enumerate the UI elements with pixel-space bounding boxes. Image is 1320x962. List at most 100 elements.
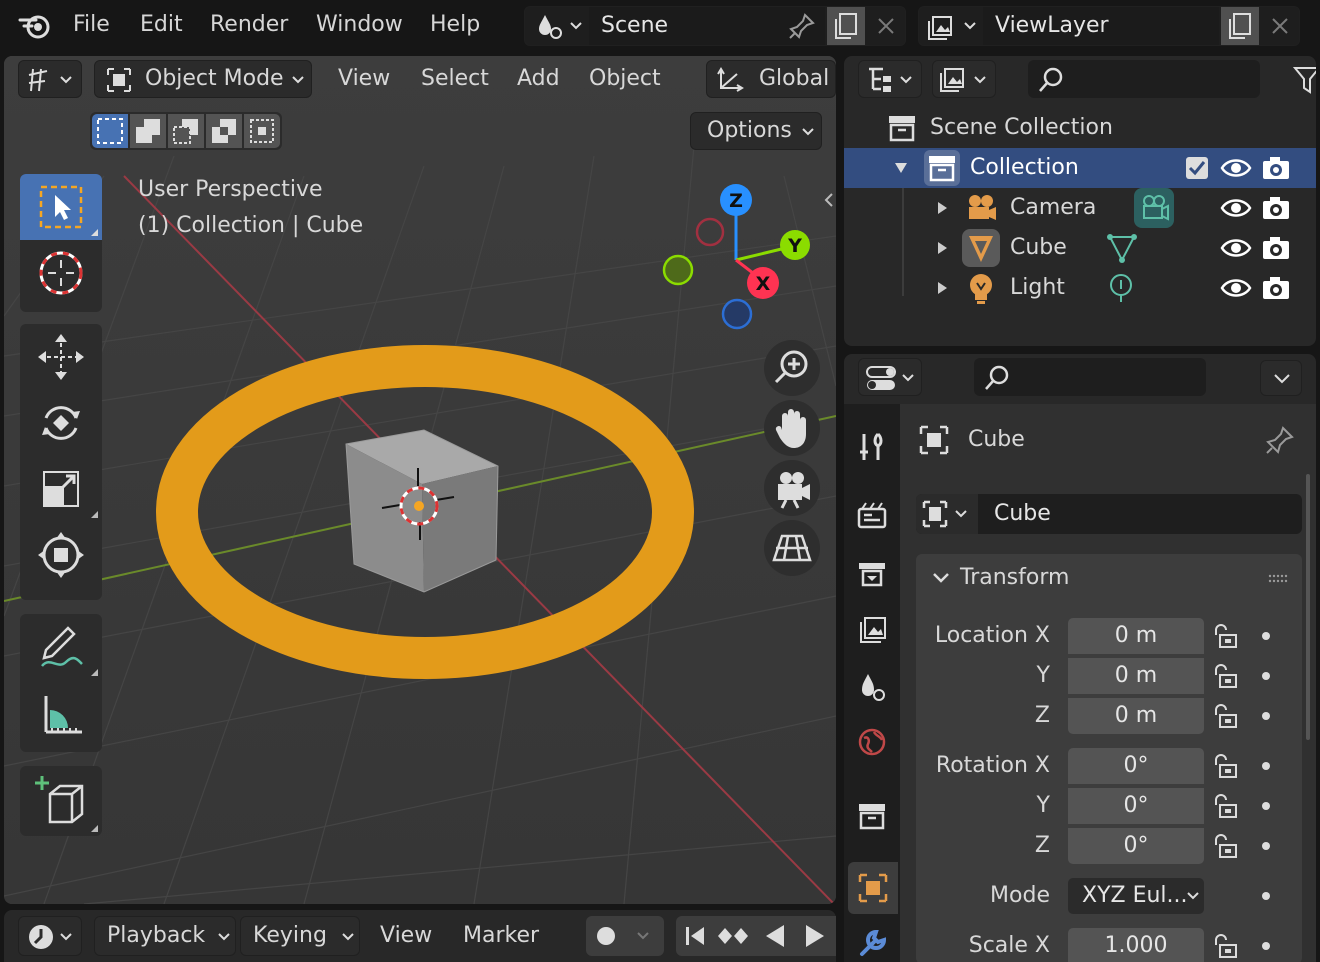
properties-scrollbar[interactable] [1306,474,1310,740]
rotation-z-field[interactable]: 0° [1068,828,1204,864]
pin-scene-icon[interactable] [787,11,817,41]
tool-tab-icon[interactable] [856,430,888,464]
unlocked-icon[interactable] [1210,701,1240,731]
chevron-down-icon[interactable] [636,931,650,941]
transform-tool[interactable] [20,522,102,588]
render-camera-icon[interactable] [1260,194,1292,222]
object-name-field[interactable]: Cube [994,494,1051,534]
render-camera-icon[interactable] [1260,234,1292,262]
timeline-menu-marker[interactable]: Marker [463,916,539,956]
light-data-icon[interactable] [1106,272,1136,304]
rotation-x-field[interactable]: 0° [1068,748,1204,784]
sidebar-toggle-icon[interactable] [822,190,836,210]
gizmo-neg-x[interactable] [695,217,725,247]
unlocked-icon[interactable] [1210,751,1240,781]
visibility-eye-icon[interactable] [1220,234,1252,262]
keyframe-dot-icon[interactable] [1260,760,1272,772]
keying-menu[interactable]: Keying [240,916,360,956]
keyframe-dot-icon[interactable] [1260,890,1272,902]
cursor-tool[interactable] [20,240,102,306]
timeline-editor-type-button[interactable] [18,916,82,956]
unlocked-icon[interactable] [1210,621,1240,651]
view-layer-name[interactable]: ViewLayer [995,7,1109,45]
keyframe-dot-icon[interactable] [1260,670,1272,682]
gizmo-neg-z[interactable] [721,298,753,330]
timeline-menu-view[interactable]: View [380,916,432,956]
gizmo-x[interactable]: X [747,267,779,299]
menu-render[interactable]: Render [210,0,288,50]
unlocked-icon[interactable] [1210,791,1240,821]
visibility-eye-icon[interactable] [1220,154,1252,182]
keyframe-dot-icon[interactable] [1260,940,1272,952]
location-x-field[interactable]: 0 m [1068,618,1204,654]
object-tab[interactable] [848,862,898,914]
outliner-editor-type-button[interactable] [858,60,922,98]
menu-file[interactable]: File [73,0,110,50]
mesh-data-icon[interactable] [1106,232,1138,264]
exclude-checkbox[interactable] [1186,157,1208,179]
viewport-menu-view[interactable]: View [338,60,390,98]
measure-tool[interactable] [20,680,102,746]
editor-type-button[interactable] [18,60,82,98]
perspective-toggle-button[interactable] [764,520,820,576]
scale-x-field[interactable]: 1.000 [1068,928,1204,962]
view-layer-tab-icon[interactable] [856,614,888,646]
play-icon[interactable] [800,921,830,951]
play-reverse-icon[interactable] [760,921,790,951]
expand-right-icon[interactable] [936,241,948,255]
location-y-field[interactable]: 0 m [1068,658,1204,694]
menu-help[interactable]: Help [430,0,480,50]
keyframe-dot-icon[interactable] [1260,800,1272,812]
outliner-row-collection[interactable]: Collection [844,148,1316,188]
scene-browse-button[interactable] [531,11,587,41]
unlocked-icon[interactable] [1210,931,1240,961]
output-tab-icon[interactable] [856,558,888,590]
gizmo-z[interactable]: Z [720,184,752,216]
scene-name[interactable]: Scene [601,7,668,45]
camera-view-button[interactable] [764,460,820,516]
select-extend-button[interactable] [130,114,166,148]
properties-options-button[interactable] [1260,360,1302,396]
jump-keyframe-icon[interactable] [716,921,750,951]
unlocked-icon[interactable] [1210,831,1240,861]
rotate-tool[interactable] [20,390,102,456]
pan-button[interactable] [764,400,820,456]
render-camera-icon[interactable] [1260,154,1292,182]
outliner-row-camera[interactable]: Camera [844,188,1316,228]
object-browse-button[interactable] [916,494,978,534]
outliner-row-cube[interactable]: Cube [844,228,1316,268]
outliner-row-scene-collection[interactable]: Scene Collection [844,108,1316,148]
move-tool[interactable] [20,324,102,390]
filter-icon[interactable] [1292,64,1316,94]
unlocked-icon[interactable] [1210,661,1240,691]
expand-right-icon[interactable] [936,201,948,215]
auto-keying-toggle[interactable] [586,916,626,956]
view-layer-browse-button[interactable] [925,11,981,41]
options-dropdown[interactable]: Options [690,112,822,150]
menu-window[interactable]: Window [316,0,403,50]
collection-tab-icon[interactable] [856,800,888,832]
jump-start-icon[interactable] [680,921,710,951]
zoom-button[interactable] [764,340,820,396]
rotation-mode-dropdown[interactable]: XYZ Eul... [1068,878,1204,914]
viewport-menu-object[interactable]: Object [589,60,661,98]
menu-edit[interactable]: Edit [140,0,183,50]
visibility-eye-icon[interactable] [1220,274,1252,302]
outliner-row-light[interactable]: Light [844,268,1316,308]
viewport-menu-add[interactable]: Add [517,60,560,98]
keyframe-dot-icon[interactable] [1260,630,1272,642]
drag-handle-icon[interactable] [1268,574,1290,584]
keyframe-dot-icon[interactable] [1260,710,1272,722]
gizmo-neg-y[interactable] [662,254,694,286]
annotate-tool[interactable] [20,614,102,680]
visibility-eye-icon[interactable] [1220,194,1252,222]
new-scene-button[interactable] [827,7,865,45]
add-cube-tool[interactable] [20,766,102,836]
viewport-menu-select[interactable]: Select [421,60,489,98]
camera-data-icon[interactable] [1134,188,1174,228]
new-view-layer-button[interactable] [1221,7,1259,45]
blender-logo-icon[interactable] [18,10,54,40]
location-z-field[interactable]: 0 m [1068,698,1204,734]
modifier-tab-icon[interactable] [856,928,888,960]
scale-tool[interactable] [20,456,102,522]
